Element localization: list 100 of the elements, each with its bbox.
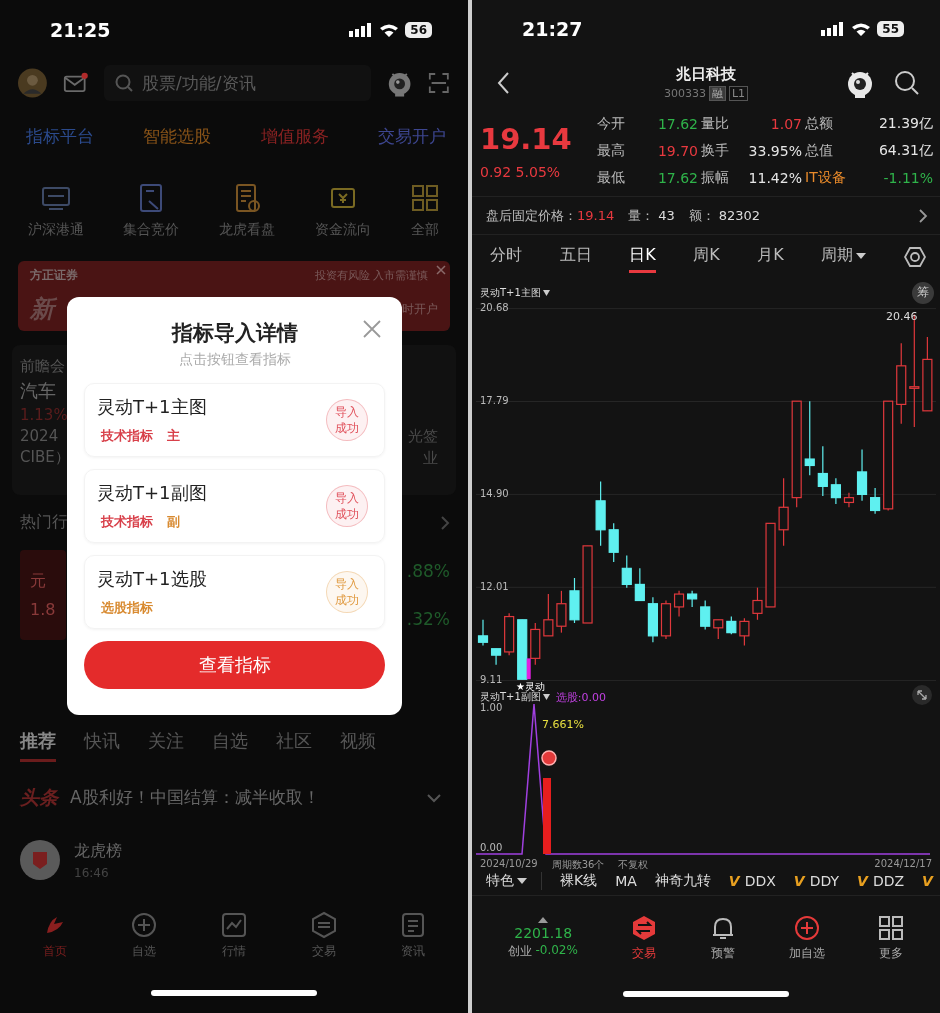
- stat-label: 最低: [597, 169, 626, 188]
- avatar-icon[interactable]: [18, 66, 47, 99]
- feed-tab[interactable]: 推荐: [20, 728, 56, 762]
- line-chart-icon[interactable]: [220, 911, 248, 939]
- candle: [517, 618, 528, 680]
- candle: [700, 599, 711, 630]
- search-icon[interactable]: [894, 69, 920, 96]
- settings-icon[interactable]: [903, 246, 926, 269]
- status-badge: 导入成功: [326, 399, 368, 441]
- after-hours-price: 19.14: [577, 208, 615, 224]
- caret-down-icon[interactable]: [542, 694, 550, 701]
- indicator-chip[interactable]: V DDZ: [857, 872, 905, 889]
- end-date: 2024/12/17: [874, 857, 932, 871]
- indicator-chip[interactable]: 裸K线: [560, 871, 598, 890]
- stat-label: 总值: [805, 142, 834, 161]
- card-text: 汽车: [20, 379, 57, 403]
- action-button[interactable]: 交易: [630, 914, 657, 962]
- plus-circle-icon[interactable]: [793, 914, 820, 941]
- plus-circle-icon[interactable]: [130, 911, 159, 939]
- chevron-right-icon[interactable]: [918, 207, 928, 224]
- news-source: 龙虎榜: [74, 840, 122, 862]
- period-tab[interactable]: 周期: [821, 241, 867, 274]
- expand-icon[interactable]: [912, 684, 932, 705]
- view-indicator-button[interactable]: 查看指标: [84, 641, 385, 689]
- index-change: -0.02%: [535, 942, 578, 959]
- signal-icon: [349, 23, 374, 37]
- banner-text: 时开户: [402, 300, 438, 318]
- period-tab[interactable]: 分时: [490, 241, 522, 274]
- status-time: 21:27: [522, 18, 583, 41]
- amount-value: 82302: [718, 208, 761, 224]
- card-text: 1.13%: [20, 406, 69, 424]
- dialog-subtitle: 点击按钮查看指标: [178, 351, 291, 369]
- candle: [726, 615, 737, 635]
- indicator-chip[interactable]: V: [922, 872, 935, 889]
- candle: [830, 477, 841, 505]
- chevron-down-icon[interactable]: [426, 792, 442, 803]
- axis-label: 20.68: [480, 302, 509, 315]
- headline-text[interactable]: A股利好！中国结算：减半收取！: [70, 786, 414, 809]
- after-hours-bar[interactable]: 盘后固定价格：19.14 量： 43 额： 82302: [472, 196, 940, 236]
- period-tab[interactable]: 日K: [629, 241, 656, 274]
- caret-up-icon: [538, 916, 549, 923]
- mail-icon[interactable]: [62, 70, 89, 95]
- indicator-chip[interactable]: MA: [615, 872, 637, 889]
- axis-label: 1.00: [480, 701, 503, 713]
- candle: [621, 554, 632, 588]
- candle: [647, 596, 658, 643]
- adjust-mode: 不复权: [618, 857, 649, 872]
- search-field[interactable]: 股票/功能/资讯: [104, 64, 372, 101]
- stat-value: 33.95%: [747, 143, 802, 160]
- stat-label: 振幅: [701, 169, 730, 188]
- news-time: 16:46: [74, 865, 110, 880]
- stock-name: 兆日科技: [676, 64, 736, 84]
- indicator-card[interactable]: 灵动T+1主图 技术指标 主 导入成功: [84, 383, 385, 457]
- indicator-selector[interactable]: 灵动T+1主图: [480, 285, 550, 300]
- indicator-selector[interactable]: 灵动T+1副图: [480, 691, 550, 704]
- indicator-card[interactable]: 灵动T+1选股 选股指标 导入成功: [84, 555, 385, 629]
- indicator-tag: 技术指标: [101, 427, 153, 445]
- stat-value: 1.07: [769, 116, 802, 133]
- percent-change: .32%: [406, 609, 450, 629]
- action-button[interactable]: 预警: [709, 914, 736, 962]
- period-tab[interactable]: 月K: [757, 241, 784, 274]
- back-icon[interactable]: [496, 70, 510, 95]
- close-icon[interactable]: [362, 319, 382, 339]
- caret-down-icon[interactable]: [517, 877, 527, 884]
- status-time: 21:25: [50, 19, 111, 41]
- stat-label: 今开: [597, 115, 626, 134]
- action-button[interactable]: 更多: [877, 914, 904, 962]
- close-icon[interactable]: [436, 265, 446, 275]
- stat-value: 19.70: [656, 143, 698, 160]
- indicator-tag: 副: [167, 513, 180, 531]
- indicator-tag: 主: [167, 427, 180, 445]
- signal-icon: [821, 22, 846, 37]
- indicator-chip[interactable]: 神奇九转: [654, 871, 711, 890]
- caret-down-icon[interactable]: [542, 289, 550, 296]
- indicator-tag: 技术指标: [101, 513, 153, 531]
- quick-link[interactable]: 智能选股: [143, 124, 212, 148]
- card-text: CIBE）: [20, 448, 70, 467]
- caret-down-icon[interactable]: [856, 252, 867, 259]
- stat-value: 64.31亿: [877, 142, 933, 161]
- indicator-chip[interactable]: 特色: [486, 871, 542, 890]
- indicator-chip[interactable]: V DDY: [793, 872, 840, 889]
- chip-button[interactable]: 筹: [912, 281, 934, 304]
- indicator-card[interactable]: 灵动T+1副图 技术指标 副 导入成功: [84, 469, 385, 543]
- amount-label: 额：: [688, 206, 715, 225]
- card-text: 2024: [20, 427, 60, 445]
- period-tab[interactable]: 五日: [559, 241, 592, 274]
- indicator-chip[interactable]: V DDX: [728, 872, 776, 889]
- scan-icon[interactable]: [428, 70, 450, 95]
- action-button[interactable]: 加自选: [788, 914, 825, 962]
- volume-value: 43: [658, 208, 675, 224]
- percent-change: .88%: [406, 561, 450, 581]
- sector-text: 1.8: [30, 600, 56, 619]
- battery-indicator: 55: [877, 21, 904, 38]
- search-icon: [114, 72, 135, 93]
- period-tab[interactable]: 周K: [693, 241, 720, 274]
- grid-icon[interactable]: [877, 914, 904, 941]
- stat-value: 11.42%: [747, 170, 802, 187]
- candle: [504, 612, 515, 656]
- indicator-tag: 选股指标: [101, 599, 153, 617]
- stat-value: 21.39亿: [877, 115, 933, 134]
